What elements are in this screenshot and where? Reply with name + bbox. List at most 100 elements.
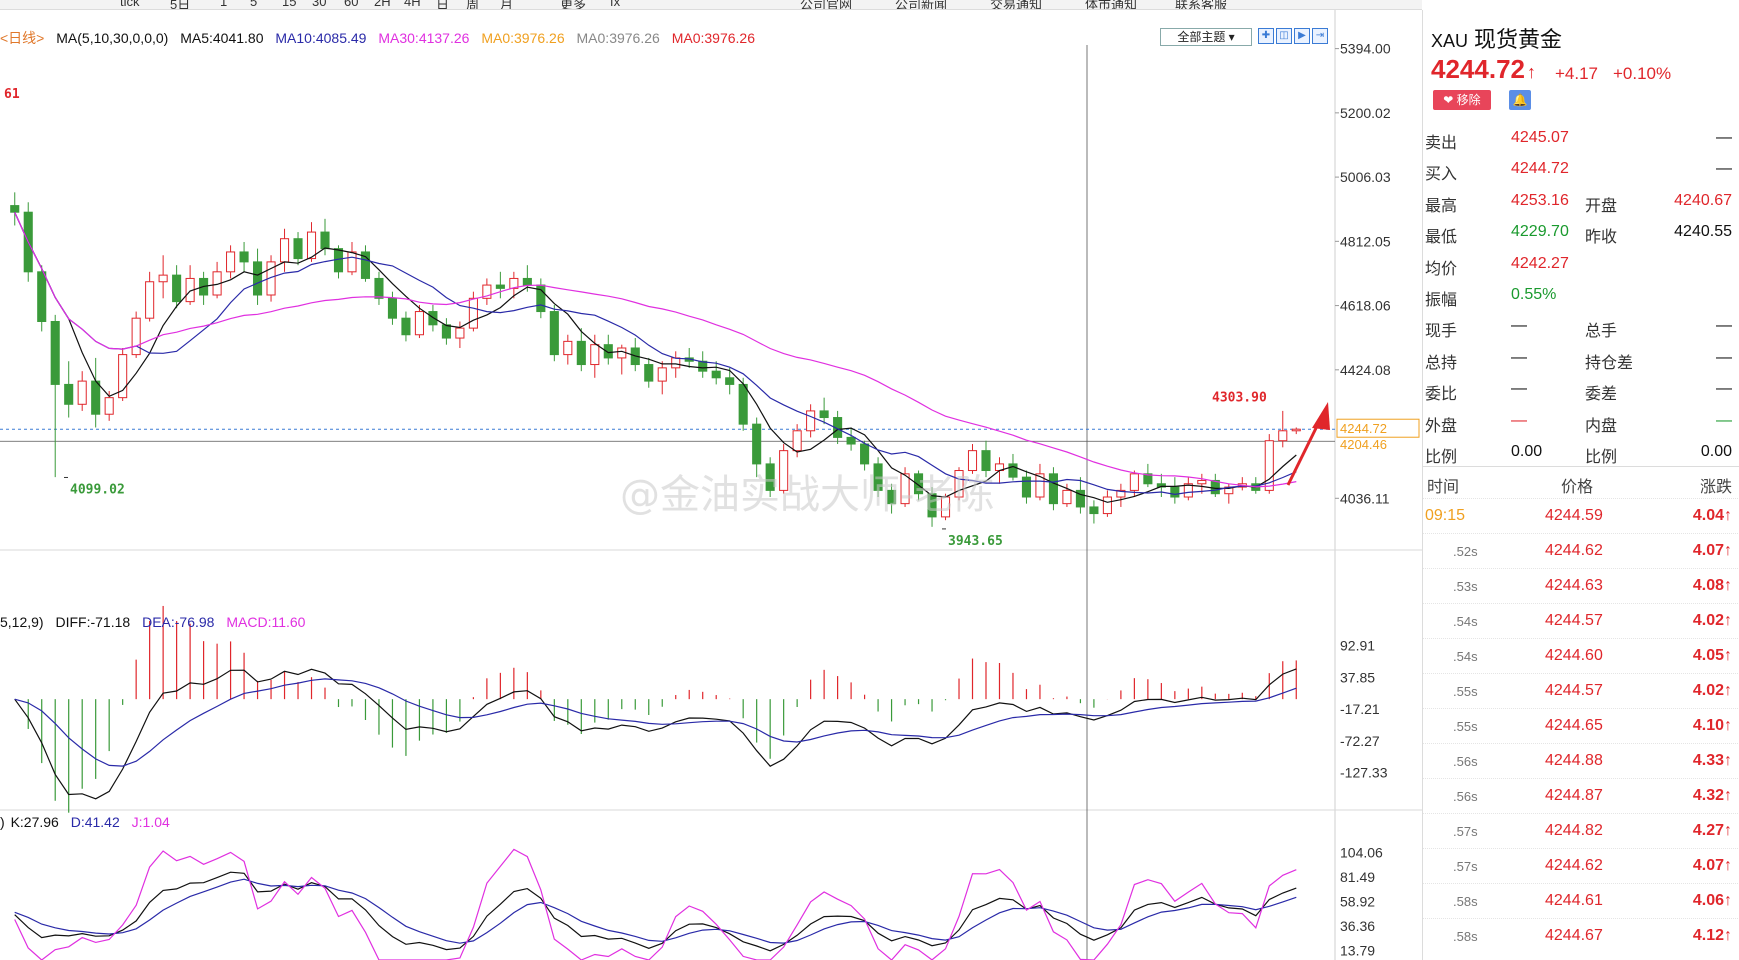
candle-down [495, 284, 505, 289]
candle-down [374, 277, 384, 299]
candle-up [590, 344, 600, 366]
kdj-tick-label: 104.06 [1340, 844, 1383, 860]
quote-value: — [1511, 411, 1527, 429]
quote-label: 总持 [1425, 354, 1458, 372]
tick-price: 4244.57 [1545, 612, 1603, 629]
tick-time: .53s [1453, 579, 1478, 594]
tick-price: 4244.87 [1545, 787, 1603, 804]
diff-value: DIFF:-71.18 [55, 614, 131, 630]
tick-row: .55s 4244.57 4.02↑ [1423, 673, 1739, 708]
toolbar-item[interactable]: 公司官网 [800, 0, 852, 9]
grid-icon[interactable]: ✚ [1258, 28, 1274, 44]
macd-value: MACD:11.60 [226, 614, 306, 630]
tick-row: .52s 4244.62 4.07↑ [1423, 533, 1739, 568]
toolbar-item[interactable]: 日 [436, 0, 449, 9]
tick-change: 4.07↑ [1692, 542, 1732, 559]
toolbar-item[interactable]: 周 [466, 0, 479, 9]
toolbar-item[interactable]: 15 [282, 0, 296, 9]
tick-row: .58s 4244.67 4.12↑ [1423, 918, 1739, 953]
quote-value: 4229.70 [1511, 223, 1569, 241]
macd-tick-label: 37.85 [1340, 669, 1375, 685]
quote-label: 比例 [1585, 449, 1618, 466]
tick-time: .57s [1453, 824, 1478, 839]
y-tick-label: 5200.02 [1340, 105, 1391, 121]
candle-up [671, 357, 681, 369]
toolbar-item[interactable]: 体市通知 [1085, 0, 1137, 9]
tick-time: .55s [1453, 719, 1478, 734]
toolbar-item[interactable]: 联系客服 [1175, 0, 1227, 9]
quote-label: 总手 [1585, 323, 1618, 341]
candle-down [981, 450, 991, 472]
tick-row: 09:15 4244.59 4.04↑ [1423, 498, 1739, 533]
tick-change: 4.07↑ [1692, 857, 1732, 874]
toolbar-item[interactable]: 30 [312, 0, 326, 9]
tick-row: .54s 4244.60 4.05↑ [1423, 638, 1739, 673]
layout-icon[interactable]: ◫ [1276, 28, 1292, 44]
candle-down [441, 324, 451, 339]
play-icon[interactable]: ▶ [1294, 28, 1310, 44]
candle-up [806, 410, 816, 432]
candle-down [725, 377, 735, 385]
toolbar-item[interactable]: 4H [404, 0, 421, 9]
tick-change: 4.04↑ [1692, 507, 1732, 524]
quote-row: 卖出 4245.07 — [1423, 124, 1739, 154]
toolbar-item[interactable]: 5日 [170, 0, 190, 9]
k-line [14, 871, 1297, 952]
candle-down [1170, 486, 1180, 498]
period-toolbar: tick 5日 1 5 15 30 60 2H 4H 日周月更多 fx 公司官网 公司新闻 交易通知 体市通… [0, 0, 1422, 10]
toolbar-item[interactable]: 公司新闻 [895, 0, 947, 9]
quote-panel: XAU 现货黄金 4244.72 ↑ +4.17 +0.10% ❤ 移除 🔔 卖出 4… [1422, 10, 1739, 960]
tick-price: 4244.60 [1545, 647, 1603, 664]
remove-watch-button[interactable]: ❤ 移除 [1433, 90, 1491, 110]
chart-area[interactable]: 5394.00 5200.02 5006.03 4812.05 4618.06 4424.… [0, 10, 1422, 960]
tick-change: 4.32↑ [1692, 787, 1732, 804]
candle-up [1197, 479, 1207, 485]
candle-down [50, 320, 60, 385]
instrument-name: 现货黄金 [1474, 27, 1563, 52]
toolbar-item[interactable]: fx [610, 0, 620, 9]
tick-row: .56s 4244.87 4.32↑ [1423, 778, 1739, 813]
candle-down [1048, 473, 1058, 505]
y-tick-label: 4424.08 [1340, 362, 1391, 378]
candle-down [320, 231, 330, 250]
toolbar-item[interactable]: 月 [500, 0, 513, 9]
toolbar-item[interactable]: 5 [250, 0, 257, 9]
theme-dropdown[interactable]: 全部主题 ▾ [1160, 28, 1252, 46]
toolbar-item[interactable]: 更多 [560, 0, 586, 9]
quote-label: 买入 [1425, 166, 1458, 184]
quote-value: 0.00 [1700, 443, 1732, 460]
candle-down [37, 271, 47, 322]
tick-header-price: 价格 [1561, 479, 1594, 496]
toolbar-item[interactable]: 2H [374, 0, 391, 9]
toolbar-item[interactable]: 交易通知 [990, 0, 1042, 9]
tick-time: .54s [1453, 614, 1478, 629]
tick-price: 4244.82 [1545, 822, 1603, 839]
kline-chart-svg[interactable]: 5394.00 5200.02 5006.03 4812.05 4618.06 4424.… [0, 10, 1422, 960]
candle-down [1089, 506, 1099, 515]
ma0c-value: MA0:3976.26 [671, 30, 755, 46]
bell-icon[interactable]: 🔔 [1509, 90, 1531, 110]
candle-down [711, 370, 721, 379]
candle-down [549, 311, 559, 356]
kdj-tick-label: 13.79 [1340, 942, 1375, 958]
k-value: K:27.96 [10, 814, 59, 830]
export-icon[interactable]: ⇥ [1312, 28, 1328, 44]
quote-value: 4244.72 [1511, 160, 1569, 178]
candle-up [414, 311, 424, 336]
period-label[interactable]: <日线> [0, 30, 44, 46]
quote-label: 外盘 [1425, 417, 1458, 435]
y-tick-label: 4618.06 [1340, 298, 1391, 314]
toolbar-item[interactable]: tick [120, 0, 140, 9]
toolbar-item[interactable]: 1 [220, 0, 227, 9]
macd-legend: 5,12,9) DIFF:-71.18 DEA:-76.98 MACD:11.6… [0, 614, 313, 634]
ma-params: MA(5,10,30,0,0,0) [56, 30, 169, 46]
y-tick-label: 5394.00 [1340, 41, 1391, 57]
toolbar-item[interactable]: 60 [344, 0, 358, 9]
candle-up [158, 274, 168, 283]
candle-down [172, 274, 182, 303]
tick-row: .54s 4244.57 4.02↑ [1423, 603, 1739, 638]
tick-price: 4244.67 [1545, 927, 1603, 944]
last-price: 4244.72 ↑ [1431, 54, 1536, 84]
d-value: D:41.42 [70, 814, 120, 830]
tick-header: 时间 价格 涨跌 [1423, 466, 1739, 496]
